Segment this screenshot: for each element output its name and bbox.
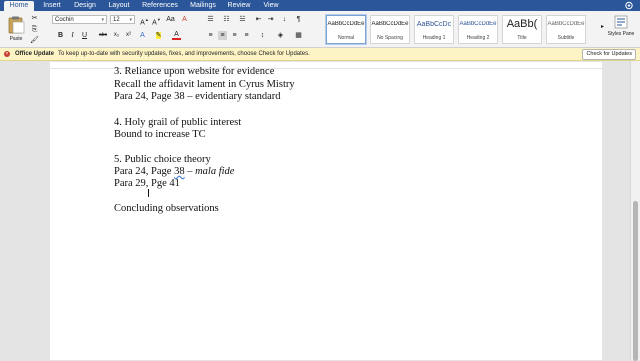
strikethrough-icon[interactable]: abc <box>97 31 109 40</box>
cut-icon[interactable]: ✂ <box>30 14 39 23</box>
style-title[interactable]: AaBb( Title <box>502 15 542 44</box>
font-size-select[interactable]: 12 ▾ <box>110 15 135 24</box>
style-name: Subtitle <box>557 35 575 41</box>
info-bar-message: To keep up-to-date with security updates… <box>58 51 310 57</box>
shrink-font-icon[interactable]: A▼ <box>152 15 161 26</box>
tab-references[interactable]: References <box>138 1 182 11</box>
tab-layout[interactable]: Layout <box>104 1 134 11</box>
doc-line: Para 24, Page 38 – evidentiary standard <box>114 91 281 102</box>
check-for-updates-button[interactable]: Check for Updates <box>582 49 636 60</box>
style-heading-2[interactable]: AaBbCcDdEe Heading 2 <box>458 15 498 44</box>
styles-pane-label: Styles Pane <box>607 31 635 37</box>
horizontal-ruler <box>0 61 630 69</box>
sort-icon[interactable]: ↓ <box>280 15 289 24</box>
subscript-icon[interactable]: x₂ <box>112 31 121 40</box>
style-preview: AaBbCcDc <box>416 21 452 28</box>
doc-line: Concluding observations <box>114 203 219 214</box>
style-preview: AaBbCcDdEe <box>371 21 409 27</box>
styles-pane-icon <box>614 15 628 29</box>
gallery-more-icon[interactable]: ▸ <box>598 23 607 32</box>
style-normal[interactable]: AaBbCcDdEe Normal <box>326 15 366 44</box>
doc-line: 4. Holy grail of public interest <box>114 117 242 128</box>
chevron-down-icon: ▾ <box>101 17 104 23</box>
doc-line: Bound to increase TC <box>114 129 206 140</box>
styles-pane-button[interactable]: Styles Pane <box>607 14 635 46</box>
doc-line: 3. Reliance upon website for evidence <box>114 66 275 77</box>
decrease-indent-icon[interactable]: ⇤ <box>254 15 263 24</box>
style-name: Heading 2 <box>466 35 490 41</box>
doc-text: – <box>184 166 196 177</box>
vertical-ruler <box>0 69 8 360</box>
align-left-icon[interactable]: ≡ <box>206 31 215 40</box>
scrollbar-thumb[interactable] <box>633 201 638 361</box>
doc-text-italic: mala fide <box>195 166 235 177</box>
justify-icon[interactable]: ≡ <box>242 31 251 40</box>
close-icon[interactable]: × <box>4 51 10 57</box>
text-cursor <box>148 189 149 197</box>
paste-label: Paste <box>9 36 23 42</box>
tab-mailings[interactable]: Mailings <box>186 1 220 11</box>
paste-button[interactable]: Paste <box>4 13 26 45</box>
format-painter-icon[interactable]: 🖌 <box>30 36 39 45</box>
ribbon-tab-bar: Home Insert Design Layout References Mai… <box>0 0 640 11</box>
doc-text: Para 24, Page <box>114 166 175 177</box>
style-no-spacing[interactable]: AaBbCcDdEe No Spacing <box>370 15 410 44</box>
chevron-down-icon: ▾ <box>129 17 132 23</box>
align-right-icon[interactable]: ≡ <box>230 31 239 40</box>
tab-design[interactable]: Design <box>70 1 100 11</box>
document-page[interactable]: 3. Reliance upon website for evidence Re… <box>50 66 602 360</box>
style-preview: AaBbCcDdEe <box>327 21 365 27</box>
doc-text-underlined: 38 <box>174 166 185 177</box>
doc-line: 5. Public choice theory <box>114 154 211 165</box>
italic-icon[interactable]: I <box>68 31 77 40</box>
clipboard-icon <box>8 16 25 34</box>
doc-line: Para 29, Pge 41 <box>114 178 180 189</box>
pilcrow-icon[interactable]: ¶ <box>294 15 303 24</box>
highlight-icon[interactable]: ✎ <box>154 31 163 40</box>
line-spacing-icon[interactable]: ↕ <box>258 31 267 40</box>
font-name-value: Cochin <box>55 17 74 23</box>
numbering-icon[interactable]: ☷ <box>222 15 231 24</box>
style-preview: AaBb( <box>506 18 538 30</box>
align-center-icon[interactable]: ≡ <box>218 31 227 40</box>
style-preview: AaBbCcDdEe <box>459 21 497 27</box>
share-icon[interactable] <box>624 1 634 10</box>
info-bar-title: Office Update <box>15 51 55 57</box>
style-preview: AaBbCcDdEe <box>547 21 585 27</box>
style-name: Heading 1 <box>422 35 446 41</box>
borders-icon[interactable]: ▦ <box>294 31 303 40</box>
multilevel-list-icon[interactable]: ☱ <box>238 15 247 24</box>
doc-line-mixed: Para 24, Page 38 – mala fide <box>114 166 234 178</box>
superscript-icon[interactable]: x² <box>124 31 133 40</box>
clear-formatting-icon[interactable]: A <box>180 15 189 24</box>
bold-icon[interactable]: B <box>56 31 65 40</box>
style-name: Title <box>517 35 527 41</box>
vertical-scrollbar[interactable] <box>630 61 640 361</box>
style-heading-1[interactable]: AaBbCcDc Heading 1 <box>414 15 454 44</box>
style-subtitle[interactable]: AaBbCcDdEe Subtitle <box>546 15 586 44</box>
font-size-value: 12 <box>113 17 120 23</box>
font-name-select[interactable]: Cochin ▾ <box>52 15 107 24</box>
doc-line: Recall the affidavit lament in Cyrus Mis… <box>114 79 295 90</box>
update-info-bar: × Office Update To keep up-to-date with … <box>0 48 640 61</box>
tab-view[interactable]: View <box>258 1 284 11</box>
increase-indent-icon[interactable]: ⇥ <box>266 15 275 24</box>
text-effects-icon[interactable]: A <box>138 31 147 40</box>
underline-icon[interactable]: U <box>80 31 89 40</box>
copy-icon[interactable]: ⎘ <box>30 25 39 34</box>
style-name: No Spacing <box>377 35 403 41</box>
change-case-icon[interactable]: Aa <box>166 15 175 24</box>
grow-font-icon[interactable]: A▲ <box>140 15 149 26</box>
shading-icon[interactable]: ◈ <box>276 31 285 40</box>
tab-review[interactable]: Review <box>224 1 254 11</box>
tab-insert[interactable]: Insert <box>38 1 66 11</box>
styles-gallery: AaBbCcDdEe Normal AaBbCcDdEe No Spacing … <box>326 15 596 45</box>
bullets-icon[interactable]: ☰ <box>206 15 215 24</box>
tab-home[interactable]: Home <box>4 1 34 11</box>
font-color-icon[interactable]: A <box>172 31 181 40</box>
style-name: Normal <box>337 35 355 41</box>
ribbon: Paste ✂ ⎘ 🖌 Cochin ▾ 12 ▾ A▲ A▼ Aa A B I U… <box>0 11 640 48</box>
